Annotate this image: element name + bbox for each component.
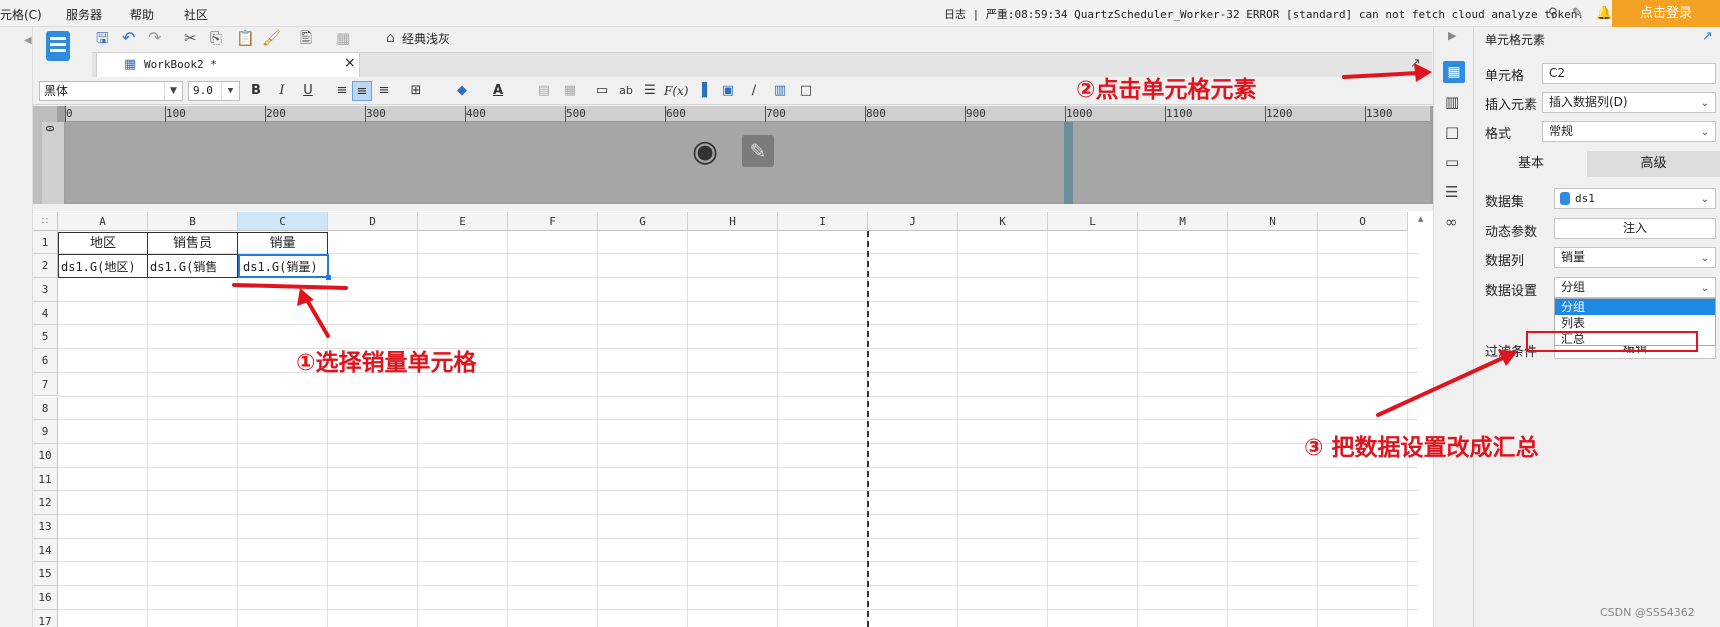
annotation-step3: ③ 把数据设置改成汇总 bbox=[1304, 435, 1539, 461]
arrow-1-head bbox=[297, 288, 314, 306]
arrow-2-line bbox=[1342, 71, 1420, 79]
annotation-step2: ②点击单元格元素 bbox=[1076, 77, 1257, 103]
arrow-1-line bbox=[305, 298, 330, 338]
arrow-3-line bbox=[1376, 355, 1507, 417]
annotation-step1: ①选择销量单元格 bbox=[296, 350, 477, 376]
underline-mark bbox=[232, 283, 348, 290]
arrow-2-head bbox=[1414, 63, 1432, 82]
annotation-arrows bbox=[232, 63, 1518, 417]
watermark: CSDN @SSS4362 bbox=[1600, 606, 1695, 619]
